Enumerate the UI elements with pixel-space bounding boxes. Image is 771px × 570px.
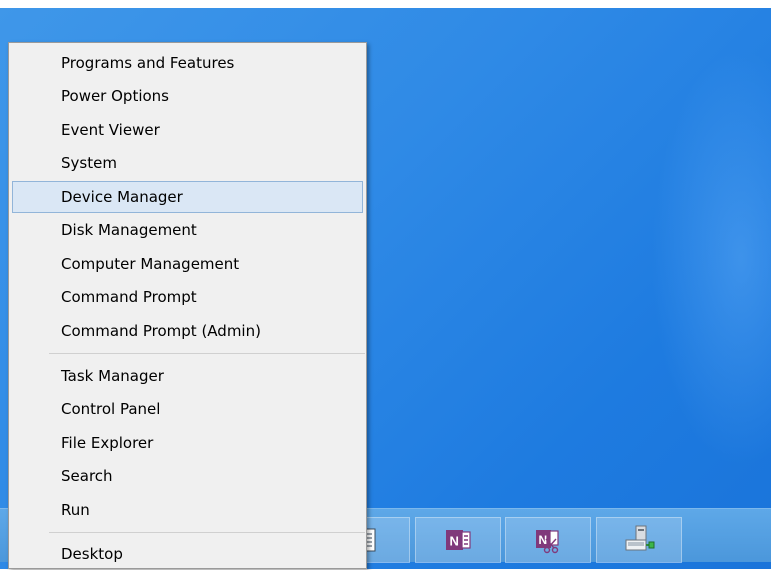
taskbar-button-network-computer[interactable] xyxy=(596,517,682,563)
menu-item-power-options[interactable]: Power Options xyxy=(12,80,363,112)
svg-text:N: N xyxy=(450,534,459,549)
menu-item-programs-and-features[interactable]: Programs and Features xyxy=(12,47,363,79)
taskbar-button-onenote[interactable]: N xyxy=(415,517,501,563)
menu-item-task-manager[interactable]: Task Manager xyxy=(12,360,363,392)
menu-item-computer-management[interactable]: Computer Management xyxy=(12,248,363,280)
menu-item-command-prompt[interactable]: Command Prompt xyxy=(12,281,363,313)
menu-item-device-manager[interactable]: Device Manager xyxy=(12,181,363,213)
desktop-light-sheen xyxy=(651,48,771,468)
taskbar-button-onenote-clipping[interactable]: N xyxy=(505,517,591,563)
menu-item-control-panel[interactable]: Control Panel xyxy=(12,393,363,425)
menu-item-disk-management[interactable]: Disk Management xyxy=(12,214,363,246)
svg-text:N: N xyxy=(539,533,548,547)
menu-separator xyxy=(49,353,365,354)
menu-item-search[interactable]: Search xyxy=(12,460,363,492)
menu-item-system[interactable]: System xyxy=(12,147,363,179)
menu-separator xyxy=(49,532,365,533)
winx-context-menu: Programs and Features Power Options Even… xyxy=(8,42,367,569)
menu-item-command-prompt-admin[interactable]: Command Prompt (Admin) xyxy=(12,315,363,347)
menu-item-desktop[interactable]: Desktop xyxy=(12,538,363,570)
network-computer-icon xyxy=(625,525,655,551)
onenote-clipping-icon: N xyxy=(536,530,559,554)
menu-item-event-viewer[interactable]: Event Viewer xyxy=(12,114,363,146)
onenote-icon: N xyxy=(446,530,471,550)
menu-item-file-explorer[interactable]: File Explorer xyxy=(12,427,363,459)
menu-item-run[interactable]: Run xyxy=(12,494,363,526)
